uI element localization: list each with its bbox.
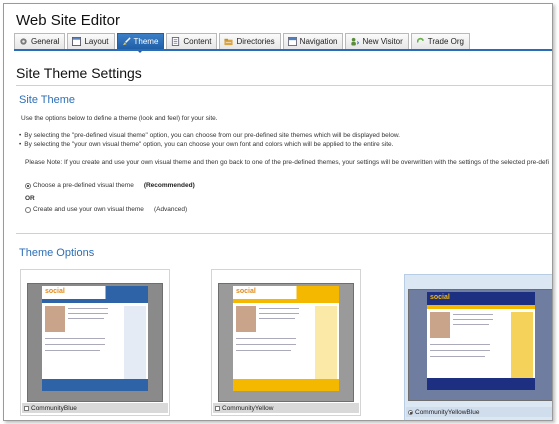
- option-tag: (Advanced): [153, 206, 188, 213]
- window-title: Web Site Editor: [16, 12, 120, 29]
- option-own-row[interactable]: Create and use your own visual theme (Ad…: [25, 206, 187, 213]
- section-heading-site-theme: Site Theme: [19, 94, 76, 106]
- tab-new-visitor[interactable]: New Visitor: [345, 33, 409, 49]
- info-bullet: By selecting the "your own visual theme"…: [19, 141, 393, 148]
- tab-label: Directories: [236, 37, 275, 46]
- tab-label: Content: [183, 37, 212, 46]
- theme-card-community-yellow-blue[interactable]: social CommunityYellowBlue: [404, 274, 552, 420]
- note-text: Please Note: If you create and use your …: [25, 159, 549, 166]
- page-title: Site Theme Settings: [16, 65, 142, 81]
- theme-card-community-yellow[interactable]: social CommunityYellow: [211, 269, 361, 416]
- option-label: Choose a pre-defined visual theme: [33, 182, 134, 189]
- option-tag: (Recommended): [143, 182, 195, 189]
- theme-card-label: CommunityYellowBlue: [406, 407, 552, 417]
- theme-name: CommunityYellow: [222, 404, 274, 412]
- theme-preview-image: social: [218, 283, 354, 402]
- tab-directories[interactable]: Directories: [219, 33, 281, 49]
- predefined-theme-radio[interactable]: [25, 182, 31, 189]
- or-label: OR: [25, 195, 35, 202]
- option-predefined-row[interactable]: Choose a pre-defined visual theme (Recom…: [25, 182, 195, 189]
- theme-preview-image: social: [27, 283, 163, 402]
- divider: [16, 233, 552, 234]
- theme-preview-logo: social: [430, 294, 450, 301]
- tab-theme[interactable]: Theme: [116, 33, 165, 53]
- tab-label: General: [31, 37, 60, 46]
- visitor-icon: [351, 37, 360, 46]
- tab-general[interactable]: General: [14, 33, 66, 49]
- tab-layout[interactable]: Layout: [67, 33, 115, 49]
- intro-text: Use the options below to define a theme …: [21, 115, 218, 122]
- tab-label: Trade Org: [427, 37, 464, 46]
- tab-label: New Visitor: [362, 37, 403, 46]
- theme-select-checkbox[interactable]: [215, 405, 220, 411]
- tab-label: Layout: [84, 37, 109, 46]
- section-heading-theme-options: Theme Options: [19, 247, 95, 259]
- theme-name: CommunityYellowBlue: [415, 408, 480, 416]
- tab-trade-org[interactable]: Trade Org: [410, 33, 470, 49]
- info-bullet: By selecting the "pre-defined visual the…: [19, 132, 400, 139]
- own-theme-radio[interactable]: [25, 206, 31, 213]
- tab-bar: General Layout Theme Content Directories…: [14, 33, 470, 53]
- theme-card-label: CommunityBlue: [22, 403, 168, 413]
- theme-preview-image: social: [408, 289, 552, 401]
- gear-icon: [20, 38, 27, 45]
- layout-icon: [72, 37, 82, 46]
- theme-preview-logo: social: [236, 288, 256, 295]
- tab-label: Navigation: [299, 37, 338, 46]
- theme-select-checkbox[interactable]: [24, 405, 29, 411]
- recycle-icon: [416, 37, 424, 43]
- tab-navigation[interactable]: Navigation: [282, 33, 344, 49]
- document-icon: [172, 37, 180, 46]
- theme-card-label: CommunityYellow: [213, 403, 359, 413]
- brush-icon: [122, 37, 131, 46]
- folder-icon: [224, 38, 233, 46]
- editor-window: Web Site Editor General Layout Theme Con…: [3, 3, 553, 421]
- theme-select-radio[interactable]: [408, 409, 413, 415]
- option-label: Create and use your own visual theme: [33, 206, 144, 213]
- theme-card-community-blue[interactable]: social CommunityBlue: [20, 269, 170, 416]
- tab-label: Theme: [133, 37, 159, 46]
- divider: [16, 85, 552, 86]
- tab-content[interactable]: Content: [166, 33, 218, 49]
- navigation-icon: [287, 37, 297, 46]
- tab-underline: [14, 49, 552, 51]
- theme-name: CommunityBlue: [31, 404, 77, 412]
- theme-preview-logo: social: [45, 288, 65, 295]
